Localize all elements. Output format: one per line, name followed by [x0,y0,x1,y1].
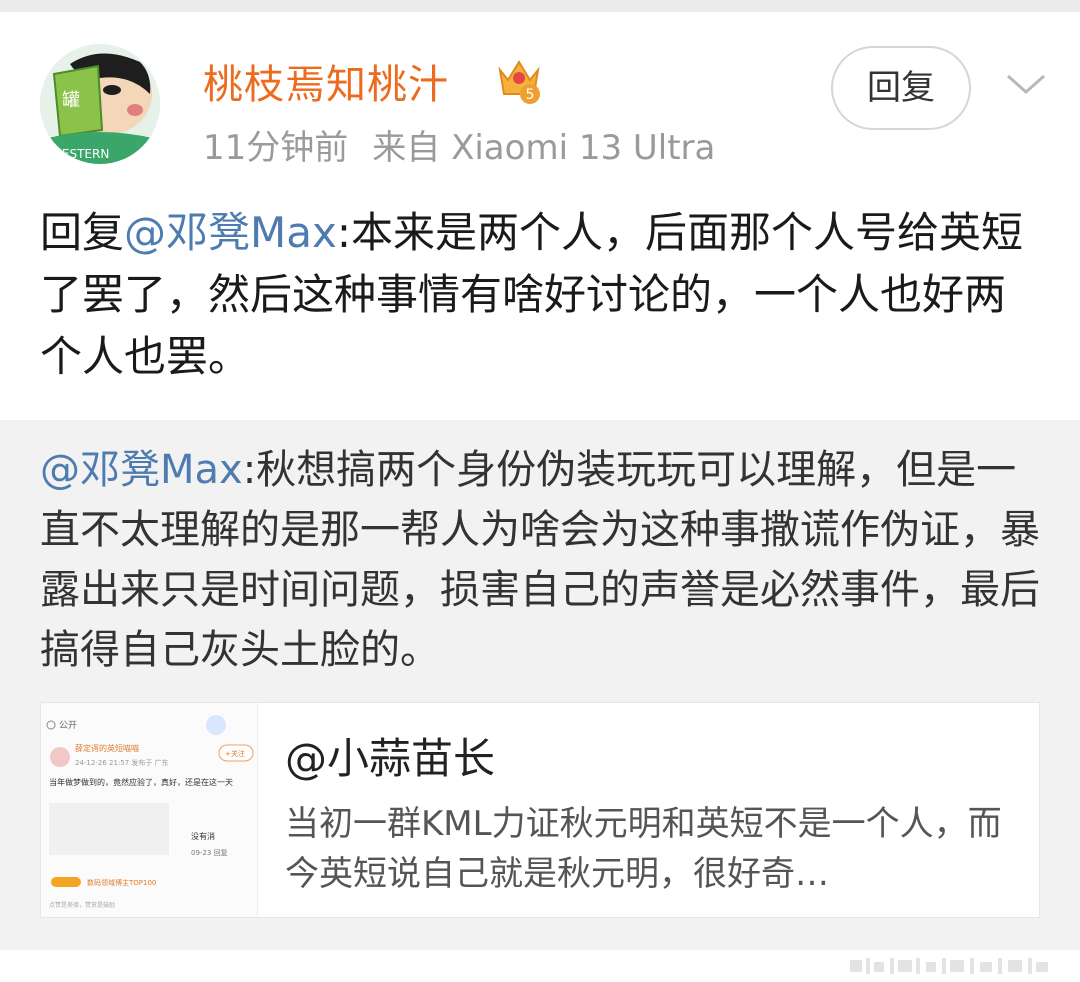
quoted-mention-link[interactable]: @邓凳Max [40,447,243,493]
vip-crown-icon[interactable]: 5 [496,52,542,106]
thumb-text: 当年做梦做到的，竟然应验了，真好，还是在这一天 [49,777,233,787]
watermark-icon [850,956,1050,976]
linked-post-excerpt: 当初一群KML力证秋元明和英短不是一个人，而今英短说自己就是秋元明，很好奇… [285,804,1002,894]
vip-level: 5 [526,87,535,103]
linked-post-author[interactable]: @小蒜苗长 [285,725,495,786]
avatar-illustration: 罐 WESTERN [40,44,160,164]
post-time: 11分钟前 [203,128,349,168]
thumb-tag: 数码领域博主TOP100 [87,878,156,887]
thumb-name: 薛定谔的英短喵喵 [75,743,139,753]
thumb-right2: 09-23 回复 [191,848,228,857]
reply-prefix: 回复 [40,208,125,257]
quoted-post[interactable]: @邓凳Max:秋想搞两个身份伪装玩玩可以理解，但是一直不太理解的是那一帮人为啥会… [40,440,1040,680]
post-meta: 11分钟前 来自 Xiaomi 13 Ultra [203,120,715,169]
linked-post-card[interactable]: 公开 薛定谔的英短喵喵 +关注 24-12-26 21:57 发布于 广东 当年… [40,702,1040,918]
thumb-public: 公开 [59,720,77,731]
avatar[interactable]: 罐 WESTERN [40,44,160,164]
thumb-follow: +关注 [225,749,245,758]
mention-link[interactable]: @邓凳Max [124,208,337,257]
thumb-right1: 没有消 [191,831,215,841]
svg-text:罐: 罐 [62,90,80,111]
thumbnail-screenshot: 公开 薛定谔的英短喵喵 +关注 24-12-26 21:57 发布于 广东 当年… [41,703,257,917]
post-source: 来自 Xiaomi 13 Ultra [372,128,716,168]
post-text: 回复@邓凳Max:本来是两个人，后面那个人号给英短了罢了，然后这种事情有啥好讨论… [40,202,1040,388]
thumb-date: 24-12-26 21:57 发布于 广东 [75,758,169,767]
linked-post-thumbnail: 公开 薛定谔的英短喵喵 +关注 24-12-26 21:57 发布于 广东 当年… [41,703,258,917]
username[interactable]: 桃枝焉知桃汁 [203,52,449,110]
thumb-footer: 点赞是美德，赞赏是鼓励 [49,901,115,909]
chevron-down-icon[interactable] [1004,62,1048,106]
top-strip [0,0,1080,12]
reply-button[interactable]: 回复 [831,46,971,130]
